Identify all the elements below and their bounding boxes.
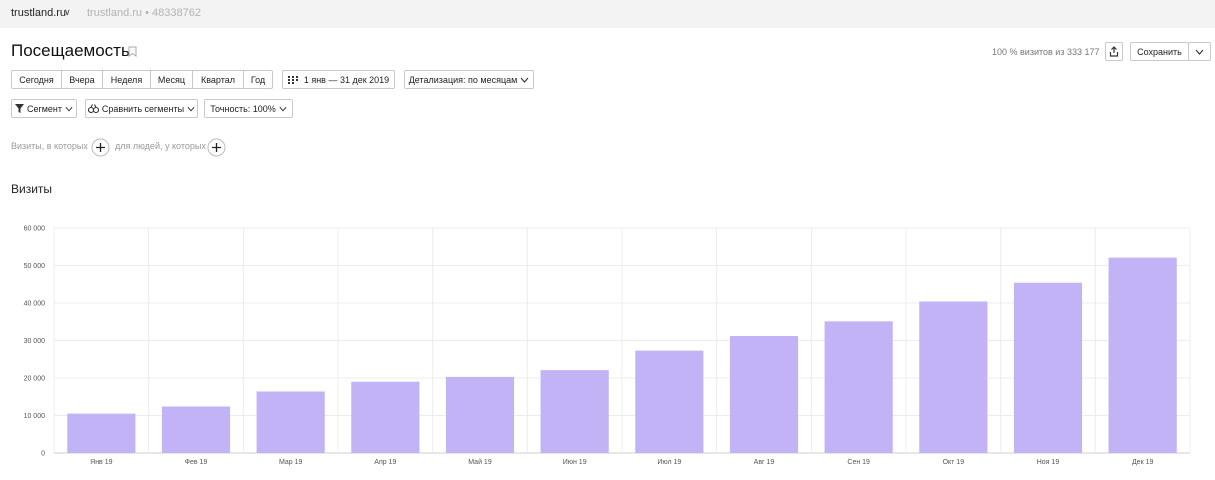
add-people-condition-button[interactable] xyxy=(207,138,226,157)
x-tick-label: Июн 19 xyxy=(563,459,587,466)
page-title: Посещаемость xyxy=(11,41,130,60)
y-tick-label: 50 000 xyxy=(24,263,46,270)
bar[interactable] xyxy=(67,413,136,453)
compare-icon xyxy=(87,104,99,113)
add-visit-condition-button[interactable] xyxy=(91,138,110,157)
bar[interactable] xyxy=(1108,257,1177,453)
bar[interactable] xyxy=(635,350,704,453)
counter-id: trustland.ru • 48338762 xyxy=(87,7,201,19)
chevron-down-icon xyxy=(520,77,529,83)
x-tick-label: Авг 19 xyxy=(754,459,775,466)
bar[interactable] xyxy=(729,336,799,453)
period-today[interactable]: Сегодня xyxy=(12,71,62,88)
compare-segments-button[interactable]: Сравнить сегменты xyxy=(85,99,198,118)
top-bar: trustland.ru ∨ trustland.ru • 48338762 xyxy=(0,0,1215,28)
visits-condition-label: Визиты, в которых xyxy=(11,141,88,151)
share-icon xyxy=(1109,46,1119,57)
chevron-down-icon[interactable]: ∨ xyxy=(64,7,71,18)
chevron-down-icon xyxy=(65,106,73,112)
x-tick-label: Янв 19 xyxy=(90,459,112,466)
accuracy-label: Точность: 100% xyxy=(210,103,276,114)
chevron-down-icon xyxy=(1195,49,1204,55)
bar[interactable] xyxy=(540,370,609,453)
x-tick-label: Дек 19 xyxy=(1132,459,1154,466)
x-tick-label: Май 19 xyxy=(468,458,492,466)
x-tick-label: Июл 19 xyxy=(657,459,681,466)
period-year[interactable]: Год xyxy=(244,71,272,88)
chevron-down-icon xyxy=(279,106,287,112)
segment-button[interactable]: Сегмент xyxy=(11,99,77,118)
x-tick-label: Фев 19 xyxy=(185,459,208,466)
x-tick-label: Окт 19 xyxy=(943,459,965,466)
save-button[interactable]: Сохранить xyxy=(1130,42,1189,61)
y-tick-label: 40 000 xyxy=(24,301,46,308)
save-dropdown-button[interactable] xyxy=(1188,42,1211,61)
date-range-button[interactable]: 1 янв — 31 дек 2019 xyxy=(282,70,395,89)
period-week[interactable]: Неделя xyxy=(103,71,151,88)
visits-summary: 100 % визитов из 333 177 xyxy=(992,47,1100,57)
period-yesterday[interactable]: Вчера xyxy=(62,71,103,88)
chart-title: Визиты xyxy=(11,182,53,196)
bar[interactable] xyxy=(919,301,988,454)
bookmark-icon[interactable] xyxy=(128,46,137,57)
y-tick-label: 10 000 xyxy=(24,413,46,420)
y-tick-label: 60 000 xyxy=(24,226,46,233)
segment-label: Сегмент xyxy=(26,103,63,114)
x-tick-label: Ноя 19 xyxy=(1037,459,1060,466)
y-tick-label: 30 000 xyxy=(24,338,46,345)
date-range-label: 1 янв — 31 дек 2019 xyxy=(303,74,390,85)
y-tick-label: 0 xyxy=(41,451,45,458)
bar[interactable] xyxy=(351,381,420,453)
bar[interactable] xyxy=(824,321,893,453)
filter-icon xyxy=(14,104,24,113)
bar[interactable] xyxy=(1013,282,1083,453)
x-tick-label: Мар 19 xyxy=(279,459,303,466)
x-tick-label: Сен 19 xyxy=(847,459,870,466)
chevron-down-icon xyxy=(187,106,195,112)
compare-label: Сравнить сегменты xyxy=(101,103,185,114)
detail-label: Детализация: по месяцам xyxy=(408,74,518,85)
x-tick-label: Апр 19 xyxy=(374,459,396,466)
bar[interactable] xyxy=(161,406,231,454)
bar[interactable] xyxy=(445,376,515,453)
visits-chart: 0 10 000 20 000 30 000 40 000 50 000 60 000 Ян… xyxy=(24,226,1191,466)
people-condition-label: для людей, у которых xyxy=(115,141,206,151)
period-quarter[interactable]: Квартал xyxy=(193,71,244,88)
detail-dropdown[interactable]: Детализация: по месяцам xyxy=(404,70,534,89)
accuracy-dropdown[interactable]: Точность: 100% xyxy=(204,99,293,118)
period-selector: Сегодня Вчера Неделя Месяц Квартал Год xyxy=(11,70,273,89)
period-month[interactable]: Месяц xyxy=(151,71,193,88)
y-tick-label: 20 000 xyxy=(24,376,46,383)
share-button[interactable] xyxy=(1105,42,1123,61)
site-selector[interactable]: trustland.ru xyxy=(11,7,66,19)
calendar-icon xyxy=(287,75,298,84)
bar[interactable] xyxy=(256,391,325,454)
